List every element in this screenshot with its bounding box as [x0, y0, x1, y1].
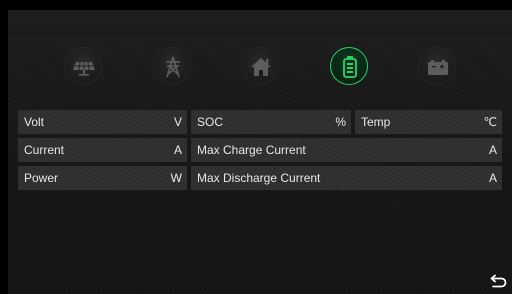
battery-case-button[interactable]	[418, 47, 456, 85]
param-soc: SOC %	[191, 110, 351, 134]
param-label: Current	[24, 143, 65, 157]
param-label: Volt	[24, 115, 45, 129]
param-unit: %	[335, 115, 346, 129]
param-unit: ℃	[483, 115, 497, 129]
grid-tower-icon	[166, 56, 180, 78]
param-volt: Volt V	[18, 110, 187, 134]
status-bar	[8, 10, 512, 36]
home-button[interactable]	[241, 47, 279, 85]
param-label: Max Charge Current	[197, 143, 306, 157]
param-label: Power	[24, 171, 59, 185]
solar-panel-icon	[73, 61, 95, 76]
battery-info-screen: Volt V SOC % Temp ℃ Current A Max Charge…	[8, 10, 512, 294]
param-current: Current A	[18, 138, 187, 162]
battery-icon	[343, 56, 357, 78]
param-label: Temp	[361, 115, 391, 129]
home-icon	[251, 58, 271, 76]
param-unit: V	[173, 115, 182, 129]
param-unit: A	[488, 171, 497, 185]
battery-case-icon	[428, 60, 448, 75]
param-unit: A	[173, 143, 182, 157]
param-label: SOC	[197, 115, 224, 129]
grid-button[interactable]	[153, 47, 191, 85]
mode-icon-bar	[8, 47, 512, 87]
param-temp: Temp ℃	[355, 110, 502, 134]
battery-button[interactable]	[330, 47, 368, 85]
param-max-discharge-current: Max Discharge Current A	[191, 166, 502, 190]
param-unit: A	[488, 143, 497, 157]
param-unit: W	[170, 171, 182, 185]
back-arrow-icon[interactable]	[490, 274, 508, 288]
param-label: Max Discharge Current	[197, 171, 321, 185]
param-max-charge-current: Max Charge Current A	[191, 138, 502, 162]
param-power: Power W	[18, 166, 187, 190]
solar-panel-button[interactable]	[64, 47, 102, 85]
